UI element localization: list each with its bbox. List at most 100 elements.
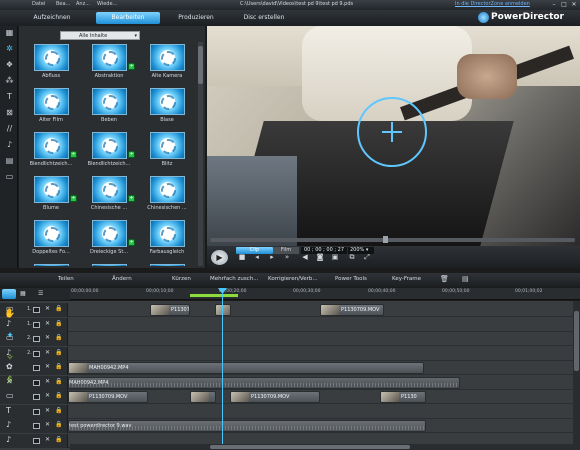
undock-icon[interactable]: ⧉	[347, 251, 357, 264]
snapshot-icon[interactable]: ◙	[315, 251, 325, 264]
library-item[interactable]: Alter Film	[22, 86, 80, 128]
audio-tool-icon[interactable]: $	[4, 374, 16, 386]
track-enable-checkbox[interactable]	[33, 365, 40, 371]
library-item[interactable]	[138, 262, 194, 266]
library-item[interactable]: Blitz	[138, 130, 194, 172]
volume-icon[interactable]: ◀	[300, 251, 310, 264]
library-item[interactable]: Farbausgleich	[138, 218, 194, 260]
timeline-clip[interactable]: MAH00942.MP4	[68, 376, 460, 389]
library-item[interactable]: + Blume	[22, 174, 80, 216]
track-enable-checkbox[interactable]	[33, 321, 40, 328]
title-room-icon[interactable]: T	[4, 92, 15, 102]
track-visibility-icon[interactable]: ✕	[45, 436, 50, 443]
track-visibility-icon[interactable]: ✕	[45, 363, 50, 370]
library-item[interactable]: + Blendlichtzeich...	[22, 130, 80, 172]
lock-icon[interactable]: 🔒	[55, 392, 62, 399]
selected-range-bar[interactable]	[190, 294, 238, 297]
track-manager-icon[interactable]: ☰	[38, 290, 43, 297]
transition-room-icon[interactable]: ⊠	[4, 108, 15, 118]
track-enable-checkbox[interactable]	[33, 437, 40, 444]
timeline-track[interactable]: ♪✕🔒test powerdirector 9.wav	[0, 419, 573, 433]
track-enable-checkbox[interactable]	[33, 394, 40, 400]
library-item[interactable]: Alte Kamera	[138, 42, 194, 84]
media-room-icon[interactable]: ▦	[4, 28, 15, 38]
timeline-track[interactable]: ✿ ✕ 🔒 MAH00942.MP4	[0, 361, 573, 375]
tab-bearbeiten[interactable]: Bearbeiten	[96, 12, 160, 24]
timeline-clip[interactable]: P1130709.MOV	[68, 391, 148, 403]
library-item[interactable]	[80, 262, 138, 266]
preview-seek-bar[interactable]	[210, 238, 575, 242]
timeline-clip[interactable]: test powerdirector 9.wav	[68, 420, 426, 432]
audio-mixing-room-icon[interactable]: //	[4, 124, 15, 134]
keyframe-button[interactable]: Key-Frame	[392, 276, 421, 282]
fast-forward-icon[interactable]: »	[282, 251, 292, 264]
lock-icon[interactable]: 🔒	[55, 320, 62, 327]
power-tools-button[interactable]: Power Tools	[335, 276, 367, 282]
timeline-scroll-thumb[interactable]	[574, 311, 579, 371]
lock-icon[interactable]: 🔒	[55, 421, 62, 428]
menu-anzeigen[interactable]: Anz...	[76, 1, 90, 7]
timeline-track[interactable]: ▭ 2. ✕ 🔒	[0, 332, 573, 346]
track-enable-checkbox[interactable]	[33, 307, 40, 313]
library-item[interactable]: + Chinesische ...	[80, 174, 138, 216]
timeline-clip[interactable]	[215, 304, 231, 316]
lock-icon[interactable]: 🔒	[55, 334, 62, 341]
track-visibility-icon[interactable]: ✕	[45, 334, 50, 341]
track-visibility-icon[interactable]: ✕	[45, 349, 50, 356]
lock-icon[interactable]: 🔒	[55, 349, 62, 356]
lock-icon[interactable]: 🔒	[55, 305, 62, 312]
timeline-horizontal-scrollbar[interactable]	[70, 444, 573, 450]
chapter-room-icon[interactable]: ▤	[4, 156, 15, 166]
library-item[interactable]: Doppeltes Fo...	[22, 218, 80, 260]
close-button[interactable]: ✕	[570, 1, 578, 8]
lock-icon[interactable]: 🔒	[55, 378, 62, 385]
track-visibility-icon[interactable]: ✕	[45, 378, 50, 385]
library-filter-dropdown[interactable]: Alle Inhalte ▾	[60, 31, 140, 40]
timeline-clip[interactable]: MAH00942.MP4	[68, 362, 424, 374]
timeline-track[interactable]: ✕✕🔒MAH00942.MP4	[0, 375, 573, 390]
effect-room-icon[interactable]: ✲	[4, 44, 15, 54]
split-button[interactable]: Teilen	[58, 276, 74, 282]
timeline-track[interactable]: ♪ 1. ✕ 🔒	[0, 317, 573, 332]
track-enable-checkbox[interactable]	[33, 423, 40, 429]
library-item[interactable]: + Blendlichtzeich...	[80, 130, 138, 172]
directorzone-login-link[interactable]: In die DirectorZone anmelden	[455, 1, 530, 7]
fx-track-icon[interactable]: ✦	[4, 330, 16, 342]
tab-aufzeichnen[interactable]: Aufzeichnen	[22, 12, 82, 24]
play-button[interactable]: ▶	[211, 250, 228, 265]
timeline-vertical-scrollbar[interactable]	[573, 301, 580, 450]
track-enable-checkbox[interactable]	[33, 350, 40, 357]
timeline-track[interactable]: T ✕ 🔒	[0, 404, 573, 419]
library-scrollbar[interactable]	[198, 42, 203, 266]
subtitle-room-icon[interactable]: ▭	[4, 172, 15, 182]
menu-wiedergabe[interactable]: Wiede...	[97, 1, 117, 7]
library-item[interactable]: Chinesischen ...	[138, 174, 194, 216]
particle-room-icon[interactable]: ⁂	[4, 76, 15, 86]
maximize-button[interactable]: □	[560, 1, 568, 8]
timeline-clip[interactable]	[190, 391, 216, 403]
voice-over-room-icon[interactable]: ♪	[4, 140, 15, 150]
menu-datei[interactable]: Datei	[32, 1, 45, 7]
minimize-button[interactable]: –	[550, 1, 558, 8]
magic-tool-icon[interactable]: ✧	[4, 352, 16, 364]
fit-timeline-icon[interactable]: ▤	[462, 275, 469, 283]
storyboard-view-icon[interactable]: ▦	[20, 290, 26, 297]
track-enable-checkbox[interactable]	[33, 336, 40, 342]
timeline-clip[interactable]: P1130709.MOV	[230, 391, 320, 403]
playhead-line[interactable]	[222, 288, 223, 450]
pip-room-icon[interactable]: ❖	[4, 60, 15, 70]
timeline-view-icon[interactable]	[2, 289, 16, 299]
menu-bearbeiten[interactable]: Bea...	[56, 1, 70, 7]
timeline-hscroll-thumb[interactable]	[210, 445, 410, 449]
library-item[interactable]	[22, 262, 80, 266]
previous-frame-icon[interactable]: ◂	[252, 251, 262, 264]
track-visibility-icon[interactable]: ✕	[45, 421, 50, 428]
timeline-clip[interactable]: P1130	[380, 391, 426, 403]
tab-produzieren[interactable]: Produzieren	[166, 12, 226, 24]
next-frame-icon[interactable]: ▸	[267, 251, 277, 264]
trim-button[interactable]: Kürzen	[172, 276, 191, 282]
fullscreen-icon[interactable]: ⤢	[362, 251, 372, 264]
library-item[interactable]: Blase	[138, 86, 194, 128]
lock-icon[interactable]: 🔒	[55, 407, 62, 414]
seek-handle[interactable]	[383, 236, 388, 243]
